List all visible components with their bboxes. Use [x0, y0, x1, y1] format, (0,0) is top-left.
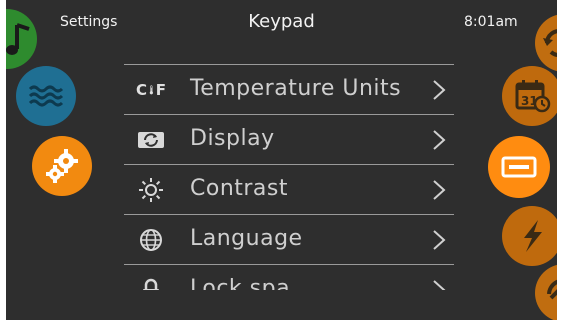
menu-item-display[interactable]: Display: [124, 114, 454, 165]
nav-calendar-button[interactable]: 31: [502, 66, 557, 126]
menu-item-temperature-units[interactable]: C F Temperature Units: [124, 64, 454, 115]
menu-item-label: Display: [190, 126, 275, 151]
bottom-border: [0, 320, 563, 324]
nav-extension-button[interactable]: [535, 264, 557, 320]
display-rotate-icon: [136, 128, 166, 152]
globe-icon: [136, 228, 166, 252]
menu-item-contrast[interactable]: Contrast: [124, 164, 454, 215]
menu-item-language[interactable]: Language: [124, 214, 454, 265]
thermometer-cf-icon: C F: [136, 78, 166, 102]
water-waves-icon: [28, 85, 64, 107]
menu-item-label: Lock spa: [190, 276, 291, 290]
chevron-right-icon: [433, 180, 446, 200]
calendar-clock-icon: 31: [515, 80, 551, 113]
nav-undo-button[interactable]: [535, 14, 557, 72]
nav-water-button[interactable]: [16, 66, 76, 126]
chevron-right-icon: [433, 130, 446, 150]
music-note-icon: [6, 23, 30, 55]
menu-item-label: Contrast: [190, 176, 289, 201]
keypad-icon: [501, 156, 537, 178]
menu-item-lock-spa[interactable]: Lock spa: [124, 264, 454, 290]
nav-settings-button[interactable]: [32, 136, 92, 196]
clock-time: 8:01am: [464, 14, 518, 30]
menu-item-label: Temperature Units: [190, 76, 402, 101]
lightning-icon: [524, 220, 542, 252]
keypad-screen: Settings Keypad 8:01am 31 C F Temperatur…: [6, 0, 557, 320]
icon-text-f: F: [155, 81, 166, 99]
chevron-right-icon: [433, 280, 446, 290]
nav-keypad-button[interactable]: [488, 136, 550, 198]
menu-item-label: Language: [190, 226, 303, 251]
nav-power-button[interactable]: [502, 206, 557, 266]
icon-text-c: C: [136, 81, 148, 99]
sun-icon: [136, 178, 166, 202]
extension-icon: [547, 279, 557, 300]
lock-icon: [136, 278, 166, 290]
gears-icon: [46, 149, 78, 183]
settings-menu-list[interactable]: C F Temperature Units Display Contrast L…: [124, 64, 454, 290]
nav-music-button[interactable]: [6, 9, 37, 69]
undo-icon: [543, 29, 557, 57]
chevron-right-icon: [433, 80, 446, 100]
chevron-right-icon: [433, 230, 446, 250]
